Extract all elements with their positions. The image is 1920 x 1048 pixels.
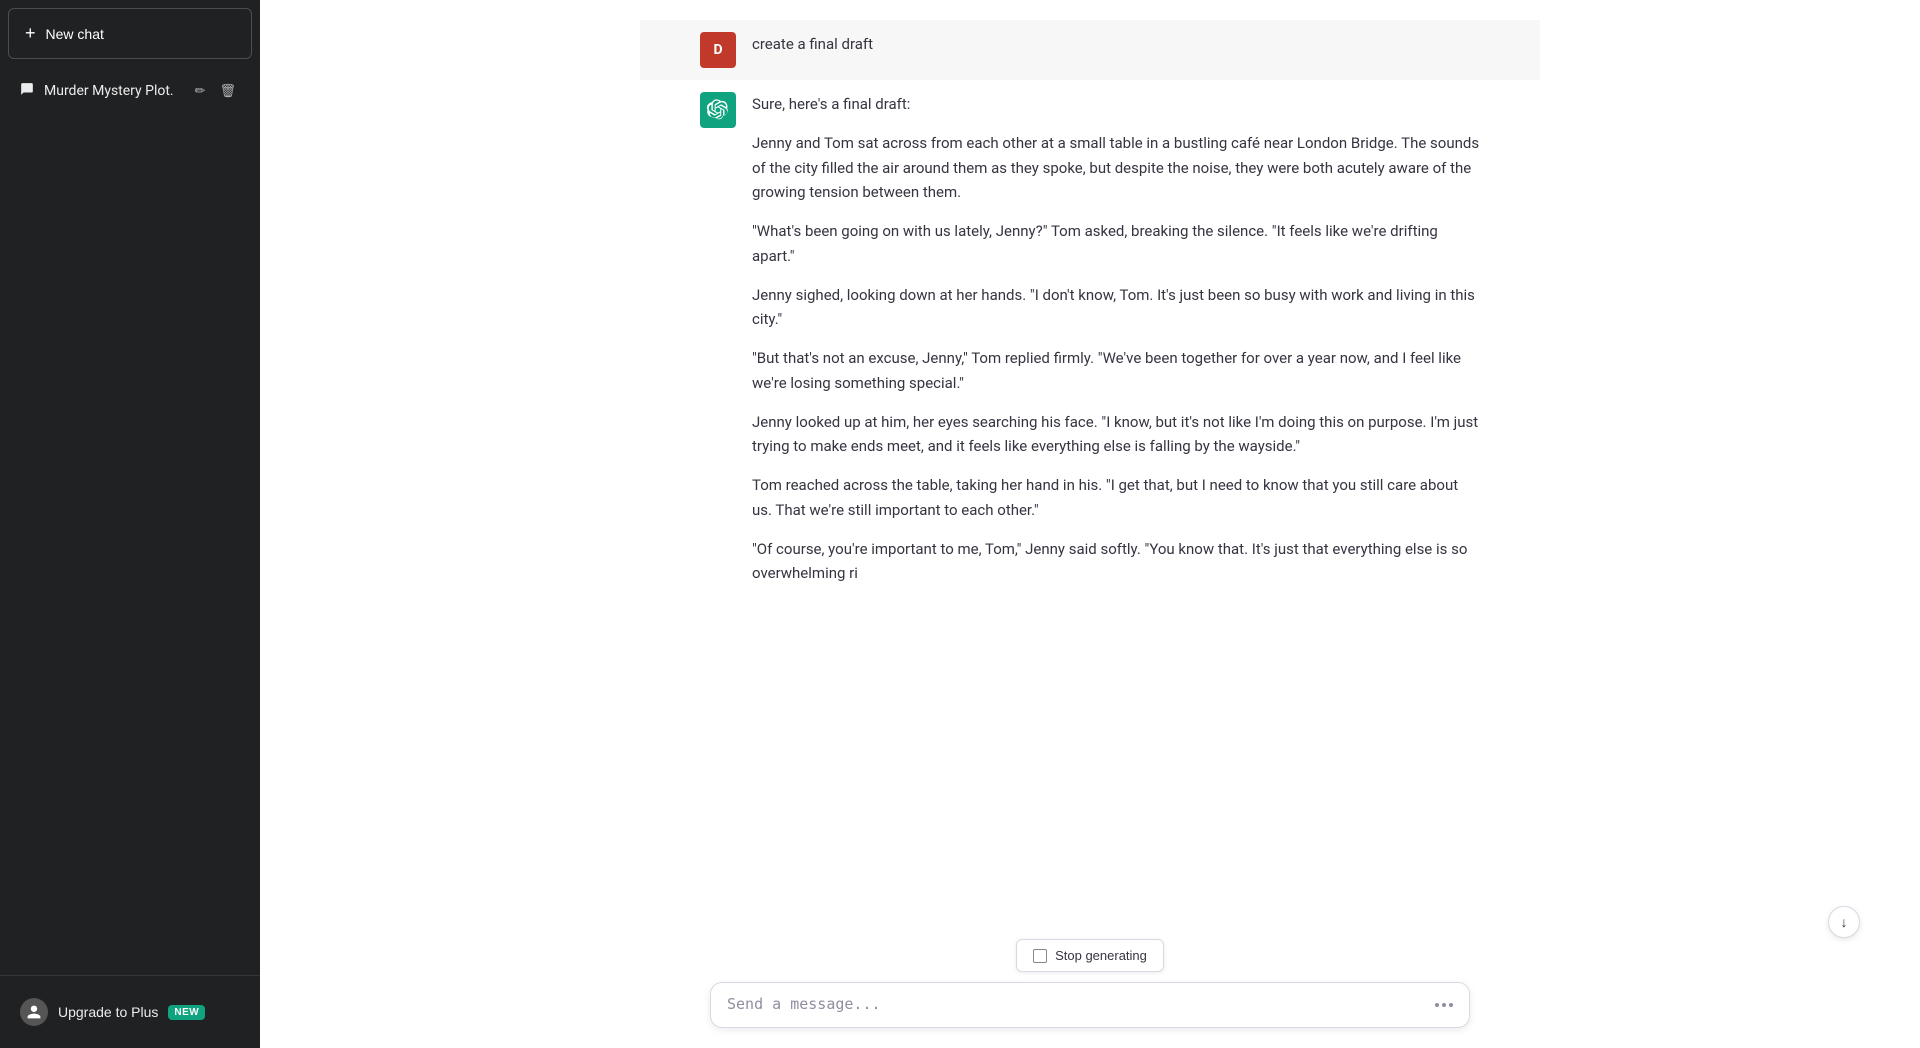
ai-para-7: "Of course, you're important to me, Tom,… <box>752 537 1480 587</box>
ai-para-4: "But that's not an excuse, Jenny," Tom r… <box>752 346 1480 396</box>
scroll-down-icon: ↓ <box>1841 914 1848 930</box>
delete-button[interactable]: 🗑 <box>215 81 240 101</box>
ai-para-3: Jenny sighed, looking down at her hands.… <box>752 283 1480 333</box>
chat-item[interactable]: Murder Mystery Plot. ✏ 🗑 <box>8 71 252 111</box>
sidebar-footer: Upgrade to Plus NEW <box>0 975 260 1048</box>
main-content: D create a final draft Sure, here's a fi… <box>260 0 1920 1048</box>
user-message-content: create a final draft <box>752 32 1480 57</box>
ai-avatar <box>700 92 736 128</box>
stop-generating-container: Stop generating <box>320 939 1860 972</box>
ai-intro: Sure, here's a final draft: <box>752 92 1480 117</box>
chat-list: Murder Mystery Plot. ✏ 🗑 <box>0 67 260 975</box>
ai-message-row: Sure, here's a final draft: Jenny and To… <box>640 80 1540 598</box>
message-input[interactable] <box>727 993 1425 1017</box>
ai-message-content: Sure, here's a final draft: Jenny and To… <box>752 92 1480 586</box>
chat-icon <box>20 82 34 100</box>
plus-icon: + <box>25 23 36 44</box>
chat-item-label: Murder Mystery Plot. <box>44 83 181 99</box>
stop-generating-button[interactable]: Stop generating <box>1016 939 1164 972</box>
new-chat-button[interactable]: + New chat <box>8 8 252 59</box>
new-chat-label: New chat <box>46 26 104 42</box>
user-message-text: create a final draft <box>752 35 873 53</box>
chat-container: D create a final draft Sure, here's a fi… <box>260 0 1920 927</box>
chat-item-actions: ✏ 🗑 <box>191 81 240 101</box>
upgrade-label: Upgrade to Plus <box>58 1004 158 1020</box>
new-badge: NEW <box>168 1005 205 1020</box>
avatar <box>20 998 48 1026</box>
ai-para-5: Jenny looked up at him, her eyes searchi… <box>752 410 1480 460</box>
options-icon[interactable] <box>1435 1003 1453 1007</box>
upgrade-to-plus-button[interactable]: Upgrade to Plus NEW <box>8 988 252 1036</box>
ai-para-2: "What's been going on with us lately, Je… <box>752 219 1480 269</box>
ai-para-6: Tom reached across the table, taking her… <box>752 473 1480 523</box>
message-input-row <box>710 982 1470 1028</box>
user-message-row: D create a final draft <box>640 20 1540 80</box>
bottom-area: Stop generating <box>260 927 1920 1048</box>
sidebar: + New chat Murder Mystery Plot. ✏ 🗑 Up <box>0 0 260 1048</box>
rename-button[interactable]: ✏ <box>191 81 210 101</box>
scroll-down-button[interactable]: ↓ <box>1828 906 1860 938</box>
stop-checkbox-icon <box>1033 949 1047 963</box>
user-avatar: D <box>700 32 736 68</box>
ai-para-1: Jenny and Tom sat across from each other… <box>752 131 1480 205</box>
stop-generating-label: Stop generating <box>1055 948 1147 963</box>
